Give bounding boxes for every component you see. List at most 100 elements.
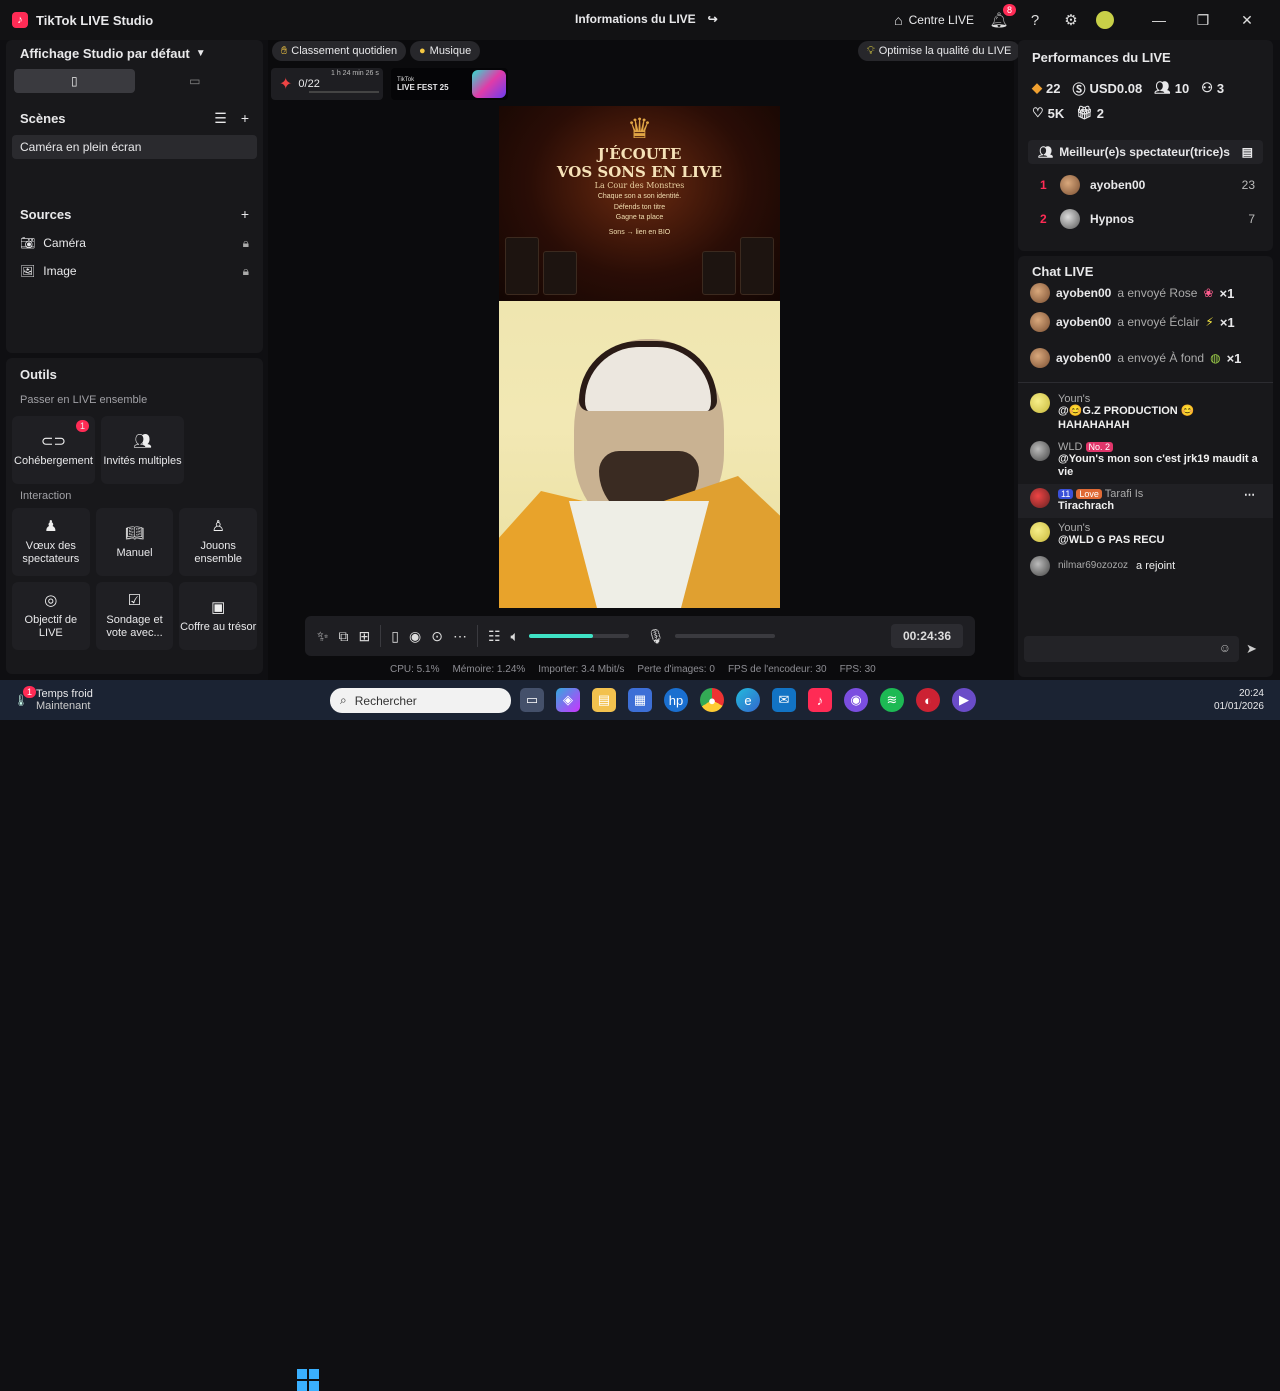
chat-message[interactable]: Youn's @😊G.Z PRODUCTION 😊 HAHAHAHAH xyxy=(1018,389,1273,437)
centre-live-button[interactable]: Centre LIVE xyxy=(909,13,974,27)
manual-tile[interactable]: 📖︎ Manuel xyxy=(95,508,174,576)
store-icon[interactable]: ▦ xyxy=(628,688,652,712)
optimize-quality-chip[interactable]: 💡︎ Optimise la qualité du LIVE xyxy=(858,41,1021,61)
bell-icon[interactable]: 🔔︎ 8 xyxy=(988,4,1016,29)
spotify-icon[interactable]: ≋ xyxy=(880,688,904,712)
top-viewer-row[interactable]: 2 Hypnos 7 xyxy=(1018,202,1273,236)
weather-widget[interactable]: 🌡︎ 1 Temps froid Maintenant xyxy=(0,685,93,712)
live-fest-banner[interactable]: TikTok LIVE FEST 25 xyxy=(391,68,508,100)
notification-badge: 8 xyxy=(1002,4,1016,16)
music-icon: ● xyxy=(419,45,426,57)
add-source-icon[interactable]: + xyxy=(241,206,249,222)
likes-value: 5K xyxy=(1047,105,1065,121)
chat-input[interactable]: ☺ xyxy=(1024,636,1239,662)
app-icon[interactable]: ◐ xyxy=(916,688,940,712)
volume-slider[interactable] xyxy=(528,634,629,638)
more-icon[interactable]: ⋯ xyxy=(453,628,467,645)
minimize-button[interactable]: — xyxy=(1144,12,1174,28)
source-label: Caméra xyxy=(43,236,86,250)
live-info[interactable]: Informations du LIVE ↪ xyxy=(575,12,718,26)
treasure-chest-tile[interactable]: ▣ Coffre au trésor xyxy=(179,582,258,650)
edge-icon[interactable]: e xyxy=(736,688,760,712)
viewer-score: 7 xyxy=(1248,212,1255,226)
list-icon[interactable]: ▤ xyxy=(1242,145,1253,159)
outlook-icon[interactable]: ✉ xyxy=(772,688,796,712)
chrome-icon[interactable]: ● xyxy=(700,688,724,712)
record-icon[interactable]: ◉ xyxy=(409,628,421,645)
top-viewer-row[interactable]: 1 ayoben00 23 xyxy=(1018,168,1273,202)
help-icon[interactable]: ? xyxy=(1024,12,1046,29)
poster-line: Chaque son a son identité. xyxy=(597,193,682,200)
restore-button[interactable]: ❐ xyxy=(1188,12,1218,29)
poll-tile[interactable]: ☑ Sondage et vote avec... xyxy=(95,582,174,650)
chat-message[interactable]: Youn's @WLD G PAS RECU xyxy=(1018,518,1273,552)
stat-encoder-fps: FPS de l'encodeur: 30 xyxy=(727,664,827,675)
camera-icon: 📷︎ xyxy=(20,236,36,250)
source-camera[interactable]: 📷︎ Caméra 🔒︎ xyxy=(6,229,263,257)
layout-icon[interactable]: ⊞ xyxy=(359,628,371,645)
bulb-icon: 💡︎ xyxy=(867,44,875,57)
multi-guest-tile[interactable]: 👥︎ Invités multiples xyxy=(101,416,184,484)
copilot-icon[interactable]: ◈ xyxy=(556,688,580,712)
taskbar-clock[interactable]: 20:24 01/01/2026 xyxy=(1214,687,1264,713)
ranking-widget[interactable]: ✦ 0/22 1 h 24 min 26 s xyxy=(271,68,383,100)
portrait-mode-button[interactable]: ▯ xyxy=(14,69,135,93)
tile-label: Vœux des spectateurs xyxy=(22,540,80,566)
capture-icon[interactable]: ⊙ xyxy=(431,628,443,645)
chat-message[interactable]: WLD No. 2 @Youn's mon son c'est jrk19 ma… xyxy=(1018,437,1273,485)
send-icon[interactable]: ➤ xyxy=(1246,641,1257,657)
daily-ranking-chip[interactable]: ✋︎ Classement quotidien xyxy=(272,41,407,61)
list-icon[interactable]: ☰ xyxy=(214,110,227,127)
magic-wand-icon[interactable]: ✨︎ xyxy=(317,628,329,645)
diamonds-value: 22 xyxy=(1046,80,1061,96)
media-player-icon[interactable]: ▶ xyxy=(952,688,976,712)
emoji-icon[interactable]: ☺ xyxy=(1219,641,1231,655)
music-chip[interactable]: ● Musique xyxy=(410,41,481,61)
lock-icon[interactable]: 🔒︎ xyxy=(243,236,249,251)
lock-icon[interactable]: 🔒︎ xyxy=(243,264,249,279)
badge-icon: ◍ xyxy=(1210,351,1221,365)
chip-label: Optimise la qualité du LIVE xyxy=(878,45,1012,57)
divider xyxy=(1018,382,1273,383)
performance-title: Performances du LIVE xyxy=(1032,50,1171,65)
speaker-icon[interactable]: 🔈︎ xyxy=(511,628,519,645)
viewer-wishes-tile[interactable]: ♟ Vœux des spectateurs xyxy=(12,508,90,576)
podcast-icon[interactable]: ◉ xyxy=(844,688,868,712)
cohost-tile[interactable]: ⊂⊃ Cohébergement 1 xyxy=(12,416,95,484)
file-explorer-icon[interactable]: ▤ xyxy=(592,688,616,712)
play-together-tile[interactable]: ♙ Jouons ensemble xyxy=(179,508,258,576)
layout-dropdown[interactable]: Affichage Studio par défaut ▼ xyxy=(6,40,263,61)
task-view-icon[interactable]: ▭ xyxy=(520,688,544,712)
avatar xyxy=(1030,348,1050,368)
effects-icon[interactable]: ⧉ xyxy=(339,628,349,645)
profile-avatar[interactable] xyxy=(1096,11,1114,29)
avatar xyxy=(1030,555,1050,576)
live-goal-tile[interactable]: ◎ Objectif de LIVE xyxy=(12,582,90,650)
landscape-mode-button[interactable]: ▭ xyxy=(135,69,256,93)
gear-icon[interactable]: ⚙ xyxy=(1060,11,1082,29)
add-scene-icon[interactable]: + xyxy=(241,110,249,127)
top-viewers-header[interactable]: 👥︎ Meilleur(e)s spectateur(trice)s ▤ xyxy=(1028,140,1263,164)
viewers-value: 10 xyxy=(1174,80,1190,96)
share-icon[interactable]: ↪ xyxy=(708,12,718,26)
tile-label: Coffre au trésor xyxy=(180,620,257,633)
chat-message[interactable]: 11 Love Tarafi Is Tirachrach ⋯ xyxy=(1018,484,1273,518)
windows-start-icon[interactable] xyxy=(297,1369,319,1391)
tiktok-studio-icon[interactable]: ♪ xyxy=(808,688,832,712)
chest-icon: ▣ xyxy=(211,598,226,616)
more-options-icon[interactable]: ⋯ xyxy=(1244,488,1255,501)
settings-sliders-icon[interactable]: ☷ xyxy=(488,628,501,645)
source-image[interactable]: 🖼︎ Image 🔒︎ xyxy=(6,257,263,285)
mic-slider[interactable] xyxy=(674,634,775,638)
chat-user: WLD xyxy=(1058,440,1083,453)
followers-value: 3 xyxy=(1216,80,1225,96)
layout-title: Affichage Studio par défaut xyxy=(20,46,190,61)
close-button[interactable]: ✕ xyxy=(1232,12,1262,29)
microphone-icon[interactable]: 🎙︎ xyxy=(647,628,665,645)
rank-number: 1 xyxy=(1040,178,1047,192)
taskbar-search[interactable]: ⌕ Rechercher xyxy=(330,688,511,713)
phone-icon[interactable]: ▯ xyxy=(391,628,399,645)
app-title: TikTok LIVE Studio xyxy=(36,12,154,28)
scene-item[interactable]: Caméra en plein écran xyxy=(12,135,257,159)
hp-icon[interactable]: hp xyxy=(664,688,688,712)
